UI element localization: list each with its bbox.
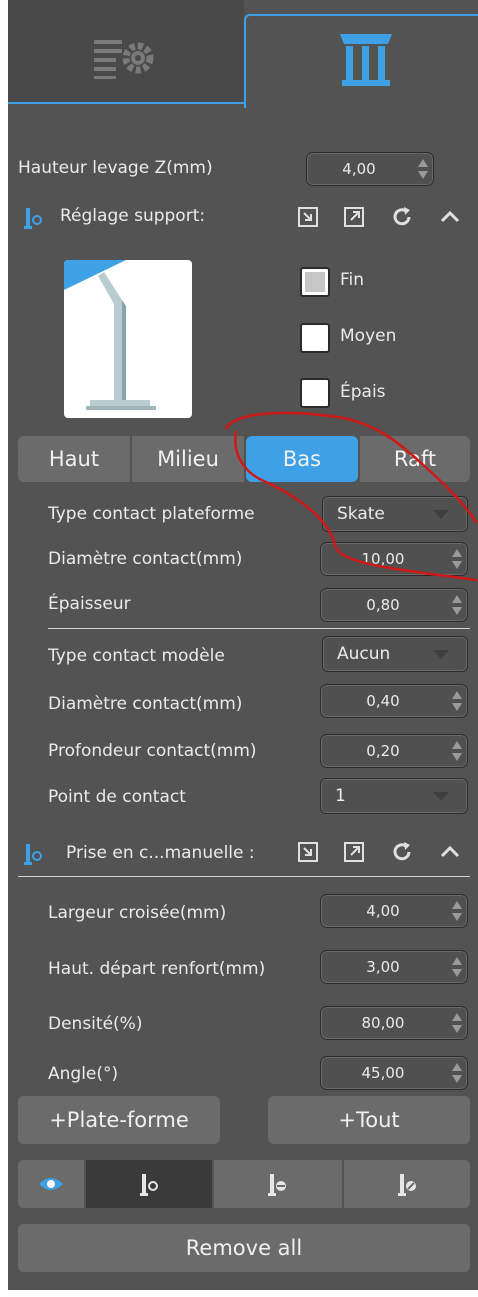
toggle-visibility-button[interactable] xyxy=(18,1160,84,1208)
support-pin-icon xyxy=(140,1174,158,1196)
cross-width-label: Largeur croisée(mm) xyxy=(48,903,227,923)
refresh-icon[interactable] xyxy=(390,205,414,229)
model-contact-type-label: Type contact modèle xyxy=(48,646,225,666)
add-platform-button[interactable]: +Plate-forme xyxy=(18,1096,220,1144)
eye-icon xyxy=(39,1178,63,1190)
option-moyen-label: Moyen xyxy=(340,326,397,346)
spin-arrows-icon xyxy=(452,741,462,761)
angle-spinbox[interactable]: 45,00 xyxy=(320,1056,468,1090)
spin-arrows-icon xyxy=(452,691,462,711)
support-tool-2-button[interactable] xyxy=(214,1160,342,1208)
support-columns-icon xyxy=(340,34,392,86)
segment-haut[interactable]: Haut xyxy=(18,436,130,482)
support-edit-icon xyxy=(398,1174,416,1196)
density-spinbox[interactable]: 80,00 xyxy=(320,1006,468,1040)
model-contact-diameter-spinbox[interactable]: 0,40 xyxy=(320,684,468,718)
top-tabs xyxy=(8,0,478,108)
refresh-icon[interactable] xyxy=(390,840,414,864)
contact-depth-label: Profondeur contact(mm) xyxy=(48,741,257,761)
contact-point-label: Point de contact xyxy=(48,787,186,807)
segment-bas[interactable]: Bas xyxy=(246,436,358,482)
spin-arrows-icon xyxy=(418,159,428,179)
option-epais-label: Épais xyxy=(340,382,386,402)
segment-raft[interactable]: Raft xyxy=(360,436,470,482)
spin-arrows-icon xyxy=(452,957,462,977)
import-icon[interactable] xyxy=(296,205,320,229)
model-contact-diameter-label: Diamètre contact(mm) xyxy=(48,694,243,714)
chevron-up-icon[interactable] xyxy=(438,840,462,864)
support-preview-image xyxy=(64,260,156,410)
contact-diameter-value: 10,00 xyxy=(361,550,405,568)
spin-arrows-icon xyxy=(452,595,462,615)
option-fin-label: Fin xyxy=(340,270,365,290)
manual-section-title: Prise en c...manuelle : xyxy=(66,843,255,863)
angle-label: Angle(°) xyxy=(48,1064,119,1084)
export-icon[interactable] xyxy=(342,840,366,864)
cross-width-value: 4,00 xyxy=(366,902,400,920)
support-panel: Hauteur levage Z(mm) 4,00 Réglage suppor… xyxy=(8,0,478,1290)
density-value: 80,00 xyxy=(361,1014,405,1032)
import-icon[interactable] xyxy=(296,840,320,864)
export-icon[interactable] xyxy=(342,205,366,229)
thickness-spinbox[interactable]: 0,80 xyxy=(320,588,468,622)
model-contact-type-value: Aucun xyxy=(337,644,391,664)
z-lift-label: Hauteur levage Z(mm) xyxy=(18,158,213,178)
contact-depth-value: 0,20 xyxy=(366,742,400,760)
contact-diameter-spinbox[interactable]: 10,00 xyxy=(320,542,468,576)
checkbox-moyen[interactable] xyxy=(300,323,330,353)
platform-contact-type-label: Type contact plateforme xyxy=(48,504,255,524)
spin-arrows-icon xyxy=(452,1063,462,1083)
remove-all-button[interactable]: Remove all xyxy=(18,1224,470,1272)
contact-diameter-label: Diamètre contact(mm) xyxy=(48,549,243,569)
segment-milieu[interactable]: Milieu xyxy=(132,436,244,482)
model-contact-type-select[interactable]: Aucun xyxy=(322,636,468,672)
tab-support[interactable] xyxy=(244,14,478,108)
angle-value: 45,00 xyxy=(361,1064,405,1082)
z-lift-value: 4,00 xyxy=(342,160,376,178)
thickness-value: 0,80 xyxy=(366,596,400,614)
platform-contact-type-select[interactable]: Skate xyxy=(322,496,468,532)
support-preview xyxy=(64,260,192,418)
divider xyxy=(18,876,470,877)
spin-arrows-icon xyxy=(452,549,462,569)
checkbox-epais[interactable] xyxy=(300,378,330,408)
brace-start-spinbox[interactable]: 3,00 xyxy=(320,950,468,984)
contact-point-select[interactable]: 1 xyxy=(320,778,468,814)
contact-depth-spinbox[interactable]: 0,20 xyxy=(320,734,468,768)
checkbox-fin[interactable] xyxy=(300,267,330,297)
brace-start-label: Haut. départ renfort(mm) xyxy=(48,959,266,979)
dropdown-arrow-icon xyxy=(433,510,449,519)
brace-start-value: 3,00 xyxy=(366,958,400,976)
dropdown-arrow-icon xyxy=(433,650,449,659)
support-pin-icon xyxy=(24,208,42,229)
spin-arrows-icon xyxy=(452,1013,462,1033)
support-remove-icon xyxy=(268,1174,286,1196)
add-all-button[interactable]: +Tout xyxy=(268,1096,470,1144)
support-tool-3-button[interactable] xyxy=(344,1160,470,1208)
support-pin-icon xyxy=(24,844,42,865)
platform-contact-type-value: Skate xyxy=(337,504,385,524)
thickness-label: Épaisseur xyxy=(48,594,131,614)
tab-print-settings[interactable] xyxy=(8,0,244,104)
sliders-gear-icon xyxy=(94,40,154,79)
support-tool-1-button[interactable] xyxy=(86,1160,212,1208)
contact-point-value: 1 xyxy=(335,786,346,806)
cross-width-spinbox[interactable]: 4,00 xyxy=(320,894,468,928)
chevron-up-icon[interactable] xyxy=(438,205,462,229)
support-section-title: Réglage support: xyxy=(60,206,206,226)
spin-arrows-icon xyxy=(452,901,462,921)
model-contact-diameter-value: 0,40 xyxy=(366,692,400,710)
dropdown-arrow-icon xyxy=(433,792,449,801)
divider xyxy=(48,628,470,629)
z-lift-spinbox[interactable]: 4,00 xyxy=(306,152,434,186)
density-label: Densité(%) xyxy=(48,1014,143,1034)
